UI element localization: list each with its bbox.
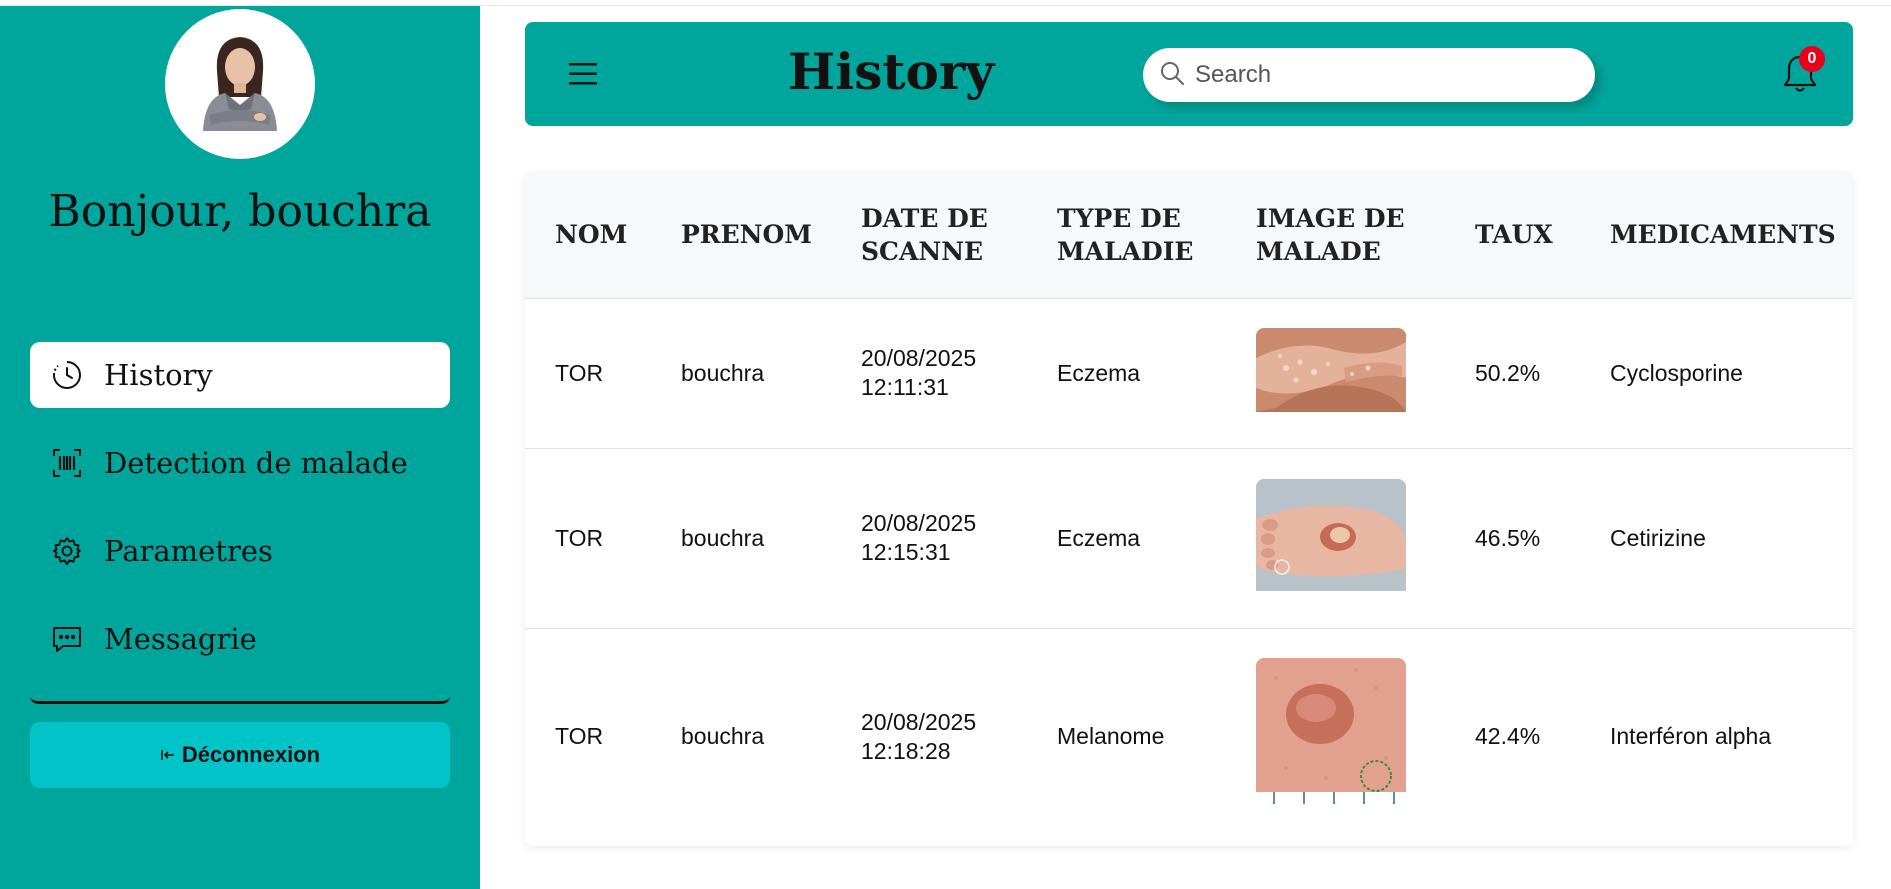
cell-date-time: 12:15:31 <box>861 539 951 565</box>
clock-icon <box>50 358 84 392</box>
sidebar-item-label: History <box>104 358 213 392</box>
barcode-scan-icon <box>50 446 84 480</box>
logout-button[interactable]: Déconnexion <box>30 722 450 788</box>
cell-date-day: 20/08/2025 <box>861 345 977 371</box>
logout-icon <box>160 747 176 763</box>
column-header-type[interactable]: TYPE DE MALADIE <box>1027 172 1226 298</box>
cell-prenom: bouchra <box>651 297 831 448</box>
cell-type: Melanome <box>1027 627 1226 845</box>
cell-date: 20/08/2025 12:11:31 <box>831 297 1027 448</box>
page-title: History <box>788 42 995 101</box>
column-header-date[interactable]: DATE DE SCANNE <box>831 172 1027 298</box>
disease-image-thumbnail[interactable] <box>1256 478 1406 598</box>
header-bar: History 0 <box>525 22 1853 126</box>
sidebar-nav: History Detection de malade Parametres M… <box>30 342 450 694</box>
sidebar-item-detection[interactable]: Detection de malade <box>30 430 450 496</box>
avatar[interactable] <box>165 9 315 159</box>
cell-nom: TOR <box>525 447 651 628</box>
cell-date-day: 20/08/2025 <box>861 510 977 536</box>
column-header-taux[interactable]: TAUX <box>1445 172 1580 298</box>
column-header-prenom[interactable]: PRENOM <box>651 172 831 298</box>
cell-image <box>1226 297 1445 448</box>
search-icon <box>1159 60 1185 91</box>
sidebar-item-history[interactable]: History <box>30 342 450 408</box>
search-input[interactable] <box>1195 61 1575 89</box>
cell-prenom: bouchra <box>651 447 831 628</box>
search-bar[interactable] <box>1143 48 1595 102</box>
greeting: Bonjour, bouchra <box>48 186 432 237</box>
cell-date-time: 12:18:28 <box>861 737 951 764</box>
history-table: NOM PRENOM DATE DE SCANNE TYPE DE MALADI… <box>525 172 1853 845</box>
notification-badge: 0 <box>1799 46 1825 72</box>
hamburger-icon <box>569 63 597 85</box>
cell-medicament: Cetirizine <box>1580 447 1853 628</box>
cell-nom: TOR <box>525 297 651 448</box>
message-icon <box>50 622 84 656</box>
cell-taux: 50.2% <box>1445 297 1580 448</box>
sidebar-item-messagrie[interactable]: Messagrie <box>30 606 450 672</box>
cell-image <box>1226 447 1445 628</box>
history-table-card: NOM PRENOM DATE DE SCANNE TYPE DE MALADI… <box>525 172 1853 846</box>
cell-taux: 46.5% <box>1445 447 1580 628</box>
disease-image-thumbnail[interactable] <box>1256 658 1406 815</box>
cell-taux: 42.4% <box>1445 627 1580 845</box>
sidebar-item-label: Parametres <box>104 534 273 568</box>
gear-icon <box>50 534 84 568</box>
sidebar-item-label: Messagrie <box>104 622 257 656</box>
table-row[interactable]: TOR bouchra 20/08/2025 12:15:31 Eczema 4… <box>525 447 1853 628</box>
cell-date-time: 12:11:31 <box>861 374 949 400</box>
nav-divider <box>30 696 450 704</box>
cell-date: 20/08/2025 12:15:31 <box>831 447 1027 628</box>
sidebar: Bonjour, bouchra History Detection de ma… <box>0 6 480 889</box>
logout-label: Déconnexion <box>181 742 321 767</box>
cell-nom: TOR <box>525 627 651 845</box>
sidebar-item-label: Detection de malade <box>104 446 408 480</box>
table-header-row: NOM PRENOM DATE DE SCANNE TYPE DE MALADI… <box>525 172 1853 298</box>
sidebar-item-parametres[interactable]: Parametres <box>30 518 450 584</box>
cell-medicament: Cyclosporine <box>1580 297 1853 448</box>
cell-type: Eczema <box>1027 297 1226 448</box>
cell-prenom: bouchra <box>651 627 831 845</box>
cell-medicament: Interféron alpha <box>1580 627 1853 845</box>
disease-image-thumbnail[interactable] <box>1256 327 1406 419</box>
table-row[interactable]: TOR bouchra 20/08/2025 12:11:31 Eczema 5… <box>525 297 1853 448</box>
column-header-nom[interactable]: NOM <box>525 172 651 298</box>
cell-type: Eczema <box>1027 447 1226 628</box>
column-header-medicaments[interactable]: MEDICAMENTS <box>1580 172 1853 298</box>
hamburger-menu-button[interactable] <box>565 56 601 92</box>
table-row[interactable]: TOR bouchra 20/08/202512:18:28 Melanome <box>525 627 1853 845</box>
cell-date: 20/08/2025 12:18:28 <box>831 627 1027 845</box>
column-header-image[interactable]: IMAGE DE MALADE <box>1226 172 1445 298</box>
cell-date-day: 20/08/2025 <box>861 708 977 735</box>
cell-image <box>1226 627 1445 845</box>
